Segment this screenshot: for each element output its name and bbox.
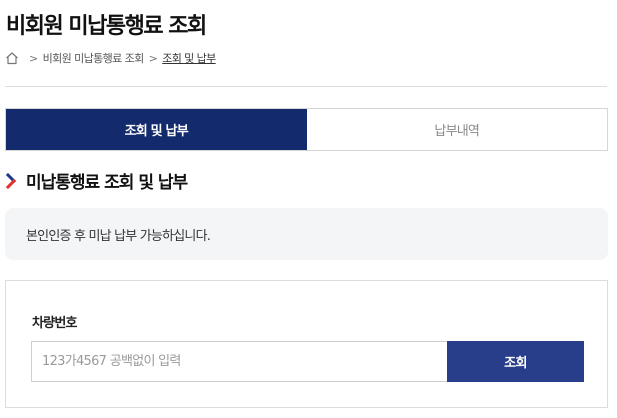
vehicle-number-label: 차량번호	[32, 316, 77, 331]
tab-inquiry-payment[interactable]: 조회 및 납부	[6, 109, 307, 150]
breadcrumb-item-current[interactable]: 조회 및 납부	[162, 50, 216, 66]
tab-payment-history[interactable]: 납부내역	[306, 109, 607, 150]
chevron-right-icon	[5, 172, 18, 190]
divider	[5, 86, 607, 87]
page-title: 비회원 미납통행료 조회	[6, 14, 207, 39]
search-form: 차량번호 조회	[5, 280, 608, 408]
tab-bar: 조회 및 납부 납부내역	[5, 108, 608, 151]
breadcrumb-item-inquiry[interactable]: 비회원 미납통행료 조회	[43, 50, 145, 66]
page: 비회원 미납통행료 조회 > 비회원 미납통행료 조회 > 조회 및 납부 조회…	[0, 0, 617, 418]
breadcrumb-separator: >	[29, 51, 38, 65]
section-heading: 미납통행료 조회 및 납부	[5, 168, 188, 193]
section-title: 미납통행료 조회 및 납부	[26, 173, 188, 193]
notice-box: 본인인증 후 미납 납부 가능하십니다.	[5, 208, 608, 260]
vehicle-number-input[interactable]	[31, 341, 448, 382]
search-button[interactable]: 조회	[447, 341, 584, 382]
breadcrumb: > 비회원 미납통행료 조회 > 조회 및 납부	[5, 50, 216, 66]
home-icon[interactable]	[5, 51, 19, 65]
notice-text: 본인인증 후 미납 납부 가능하십니다.	[26, 228, 211, 244]
breadcrumb-separator: >	[148, 51, 158, 65]
